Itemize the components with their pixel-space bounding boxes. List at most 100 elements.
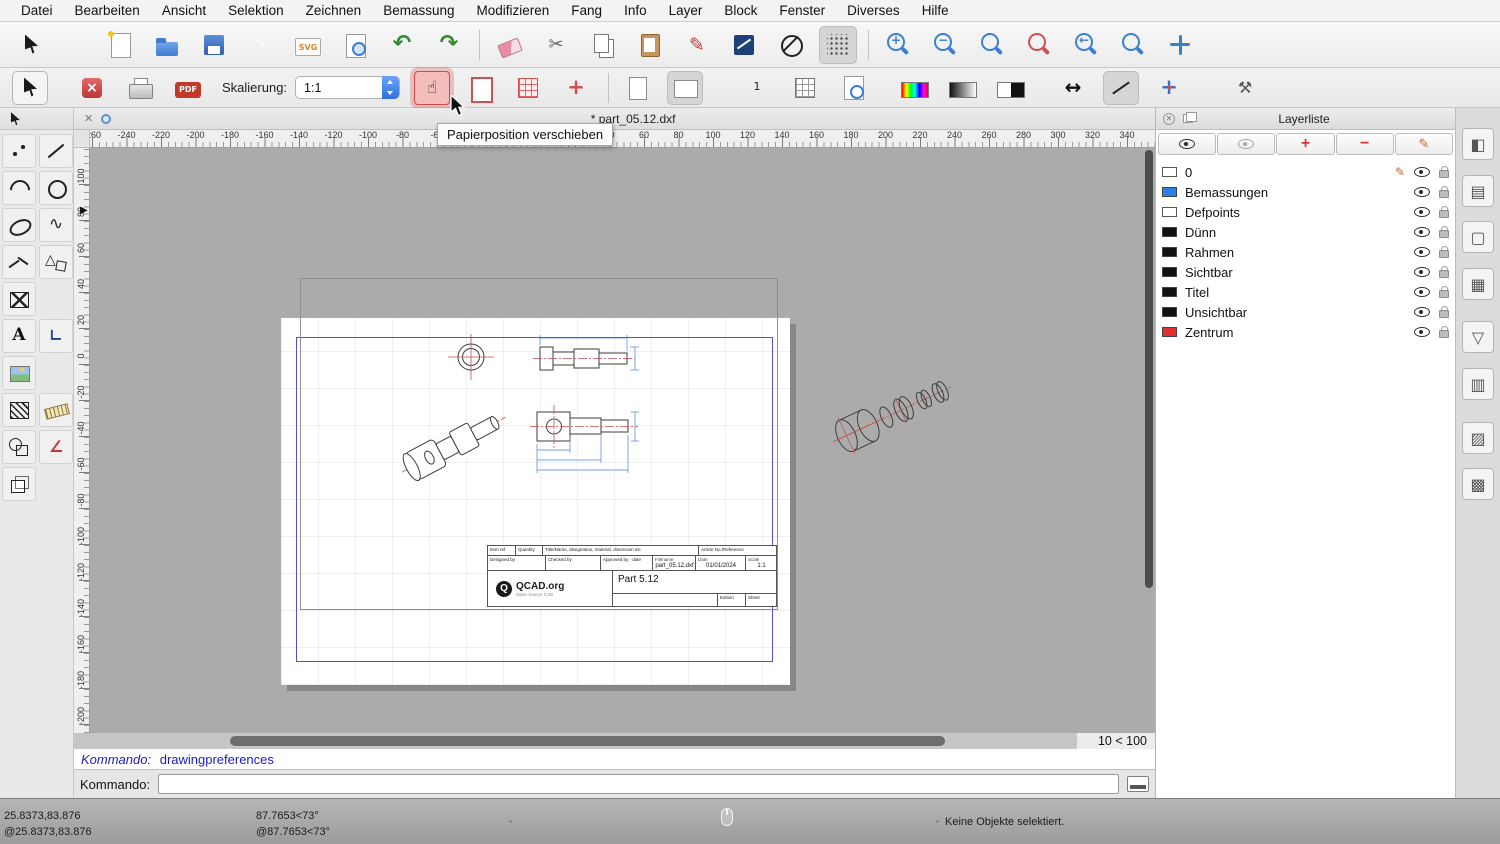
layer-visibility-icon[interactable] [1414, 187, 1430, 197]
svg-export-button[interactable]: SVG [289, 26, 327, 64]
move-paper-position-button[interactable]: ☝ [414, 70, 451, 105]
dock-layer-list-button[interactable]: ▦ [1462, 268, 1494, 300]
layer-visibility-icon[interactable] [1414, 327, 1430, 337]
layer-lock-icon[interactable] [1439, 266, 1449, 278]
measure-tools-button[interactable] [39, 393, 73, 427]
layer-row-bemassungen[interactable]: Bemassungen [1156, 182, 1455, 202]
menu-bemassung[interactable]: Bemassung [372, 0, 465, 22]
layer-lock-icon[interactable] [1439, 206, 1449, 218]
point-marks-button[interactable]: + [1151, 71, 1187, 105]
spline-tools-button[interactable]: ∿ [39, 208, 73, 242]
paper-frame-button[interactable] [462, 71, 498, 105]
hatch-tools-button[interactable] [2, 282, 36, 316]
page-borders-grid-button[interactable] [510, 71, 546, 105]
pdf-export-button[interactable]: PDF [170, 71, 206, 105]
pen-button[interactable]: ✎ [678, 26, 716, 64]
layer-visibility-icon[interactable] [1414, 247, 1430, 257]
drawing-preferences-button[interactable]: ✎ [242, 26, 280, 64]
horizontal-scrollbar-thumb[interactable] [230, 736, 945, 746]
order-tools-button[interactable] [2, 393, 36, 427]
layer-visibility-icon[interactable] [1414, 167, 1430, 177]
menu-hilfe[interactable]: Hilfe [911, 0, 960, 22]
zoom-in-button[interactable]: + [879, 26, 917, 64]
layer-row-defpoints[interactable]: Defpoints [1156, 202, 1455, 222]
cut-button[interactable]: ✂ [537, 26, 575, 64]
command-detach-button[interactable] [1127, 776, 1149, 792]
dock-view-list-button[interactable]: ▥ [1462, 368, 1494, 400]
zoom-out-button[interactable]: − [926, 26, 964, 64]
shape-tools-button[interactable]: △ [39, 245, 73, 279]
menu-fenster[interactable]: Fenster [768, 0, 836, 22]
dimension-tools-button[interactable]: ∟ [39, 319, 73, 353]
black-white-mode-button[interactable] [993, 71, 1029, 105]
layer-lock-icon[interactable] [1439, 246, 1449, 258]
layer-lock-icon[interactable] [1439, 166, 1449, 178]
point-tools-button[interactable] [2, 134, 36, 168]
arc-tools-button[interactable] [2, 171, 36, 205]
layer-row-zentrum[interactable]: Zentrum [1156, 322, 1455, 342]
redo-button[interactable]: ↷ [430, 26, 468, 64]
menu-info[interactable]: Info [613, 0, 658, 22]
layer-row-0[interactable]: 0 ✎ [1156, 162, 1455, 182]
text-tool-button[interactable]: A [2, 319, 36, 353]
menu-modifizieren[interactable]: Modifizieren [466, 0, 561, 22]
document-close-icon[interactable]: ✕ [84, 112, 93, 125]
print-button[interactable] [122, 71, 158, 105]
dock-selection-filter-button[interactable]: ▽ [1462, 321, 1494, 353]
paper-origin-button[interactable]: + [558, 71, 594, 105]
new-document-button[interactable] [101, 26, 139, 64]
layer-row-titel[interactable]: Titel [1156, 282, 1455, 302]
close-print-preview-button[interactable]: × [74, 71, 110, 105]
menu-datei[interactable]: Datei [10, 0, 64, 22]
dock-block-list-button[interactable]: ▢ [1462, 221, 1494, 253]
vertical-scrollbar[interactable] [1145, 150, 1153, 588]
tools-button[interactable]: ⚒ [1227, 71, 1263, 105]
add-layer-button[interactable]: + [1276, 133, 1335, 155]
paste-button[interactable] [631, 26, 669, 64]
dock-library-browser-button[interactable]: ▤ [1462, 175, 1494, 207]
layer-row-unsichtbar[interactable]: Unsichtbar [1156, 302, 1455, 322]
polyline-tools-button[interactable] [2, 245, 36, 279]
image-tool-button[interactable] [2, 356, 36, 390]
panel-expand-handle[interactable]: ▶ [80, 205, 88, 216]
drawing-canvas[interactable]: Item ref Quantity Title/Name, designatio… [90, 148, 1155, 733]
menu-block[interactable]: Block [713, 0, 768, 22]
layer-row-sichtbar[interactable]: Sichtbar [1156, 262, 1455, 282]
layer-row-rahmen[interactable]: Rahmen [1156, 242, 1455, 262]
no-fill-button[interactable] [772, 26, 810, 64]
landscape-orientation-button[interactable] [667, 70, 704, 105]
stepper-icon[interactable] [382, 76, 400, 99]
hide-all-layers-button[interactable] [1217, 133, 1276, 155]
menu-ansicht[interactable]: Ansicht [151, 0, 217, 22]
grayscale-mode-button[interactable] [945, 71, 981, 105]
remove-layer-button[interactable]: − [1335, 133, 1394, 155]
single-page-mode-button[interactable]: 1 [739, 71, 775, 105]
layer-lock-icon[interactable] [1439, 226, 1449, 238]
portrait-orientation-button[interactable] [619, 71, 655, 105]
edit-layer-button[interactable]: ✎ [1394, 133, 1454, 155]
block-tools-button[interactable] [2, 430, 36, 464]
horizontal-scrollbar[interactable] [74, 733, 1077, 749]
layer-lock-icon[interactable] [1439, 286, 1449, 298]
selection-tool-button[interactable] [12, 70, 48, 105]
print-preview-button[interactable] [336, 26, 374, 64]
scale-select[interactable]: 1:1 [295, 76, 401, 99]
previous-view-button[interactable]: ← [1067, 26, 1105, 64]
layer-row-dünn[interactable]: Dünn [1156, 222, 1455, 242]
menu-diverses[interactable]: Diverses [836, 0, 911, 22]
open-document-button[interactable] [148, 26, 186, 64]
show-all-layers-button[interactable] [1158, 133, 1217, 155]
attributes-button[interactable] [725, 26, 763, 64]
menu-selektion[interactable]: Selektion [217, 0, 295, 22]
zoom-to-page-button[interactable] [835, 71, 871, 105]
undo-button[interactable]: ↶ [383, 26, 421, 64]
zoom-window-button[interactable] [1114, 26, 1152, 64]
save-document-button[interactable] [195, 26, 233, 64]
menu-fang[interactable]: Fang [560, 0, 613, 22]
layer-lock-icon[interactable] [1439, 326, 1449, 338]
command-input[interactable] [158, 774, 1119, 794]
layer-lock-icon[interactable] [1439, 306, 1449, 318]
ellipse-tools-button[interactable] [2, 208, 36, 242]
menu-bearbeiten[interactable]: Bearbeiten [64, 0, 151, 22]
layer-visibility-icon[interactable] [1414, 227, 1430, 237]
